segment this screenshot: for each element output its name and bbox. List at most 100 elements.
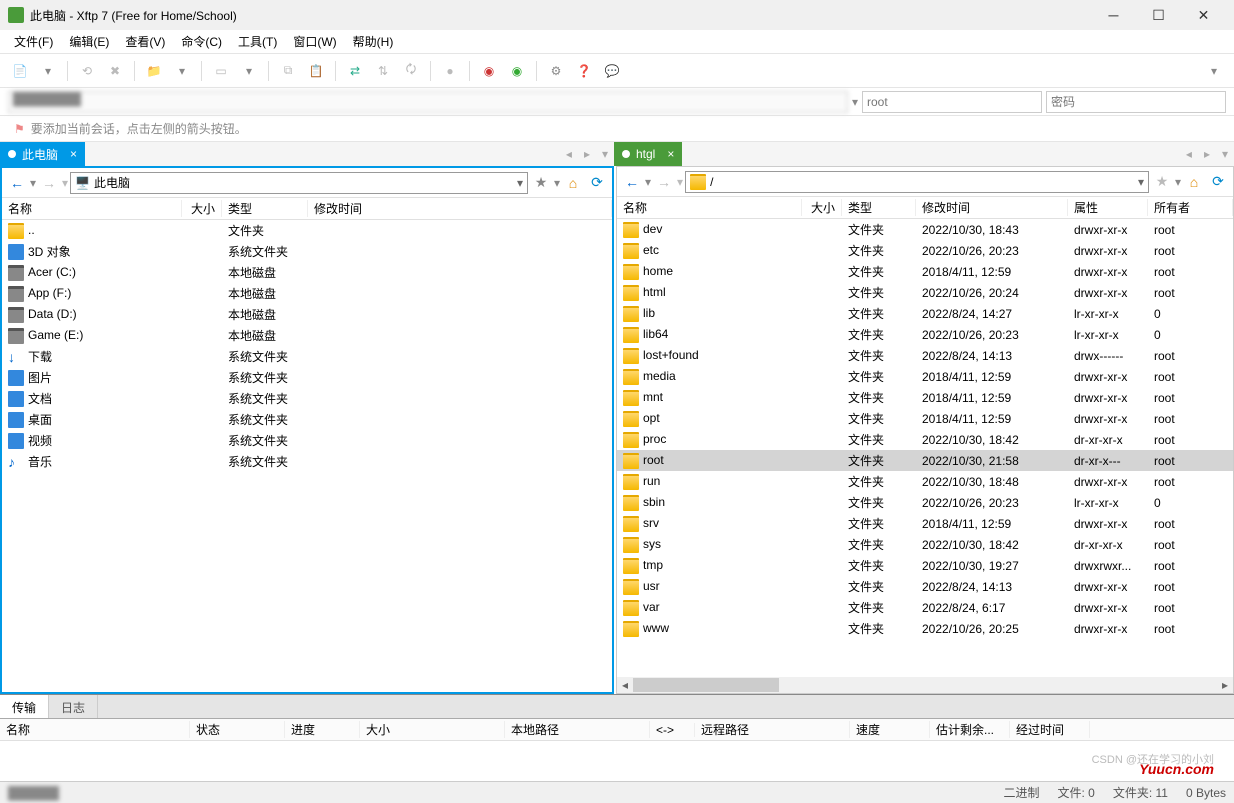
transfer-col[interactable]: 速度 xyxy=(850,721,930,738)
col-type[interactable]: 类型 xyxy=(222,200,308,217)
transfer-col[interactable]: 经过时间 xyxy=(1010,721,1090,738)
menu-edit[interactable]: 编辑(E) xyxy=(69,33,109,50)
reconnect-button[interactable]: ⟲ xyxy=(75,59,99,83)
transfer-col[interactable]: 进度 xyxy=(285,721,360,738)
path-dropdown-icon[interactable]: ▾ xyxy=(517,176,523,190)
tab-next-icon[interactable]: ▸ xyxy=(1198,147,1216,161)
scroll-right-icon[interactable]: ▸ xyxy=(1217,678,1233,692)
scroll-left-icon[interactable]: ◂ xyxy=(617,678,633,692)
bookmark-dropdown-icon[interactable]: ▾ xyxy=(554,176,560,190)
bookmark-button[interactable]: ★ xyxy=(1151,171,1173,193)
list-item[interactable]: Data (D:) 本地磁盘 xyxy=(2,304,612,325)
list-item[interactable]: .. 文件夹 xyxy=(2,220,612,241)
menu-window[interactable]: 窗口(W) xyxy=(293,33,336,50)
menu-help[interactable]: 帮助(H) xyxy=(353,33,394,50)
view-button[interactable]: ▭ xyxy=(209,59,233,83)
back-dropdown-icon[interactable]: ▾ xyxy=(645,175,651,189)
xftp-button[interactable]: ◉ xyxy=(505,59,529,83)
remote-path-input[interactable]: / ▾ xyxy=(685,171,1149,193)
help-button[interactable]: ❓ xyxy=(572,59,596,83)
password-input[interactable] xyxy=(1046,91,1226,113)
list-item[interactable]: App (F:) 本地磁盘 xyxy=(2,283,612,304)
col-name[interactable]: 名称 xyxy=(2,200,182,217)
list-item[interactable]: Game (E:) 本地磁盘 xyxy=(2,325,612,346)
transfer-col[interactable]: 状态 xyxy=(190,721,285,738)
forward-button[interactable]: → xyxy=(38,172,60,194)
list-item[interactable]: home 文件夹 2018/4/11, 12:59 drwxr-xr-x roo… xyxy=(617,261,1233,282)
tab-next-icon[interactable]: ▸ xyxy=(578,147,596,161)
list-item[interactable]: lost+found 文件夹 2022/8/24, 14:13 drwx----… xyxy=(617,345,1233,366)
list-item[interactable]: 图片 系统文件夹 xyxy=(2,367,612,388)
host-dropdown-icon[interactable]: ▾ xyxy=(852,95,858,109)
list-item[interactable]: mnt 文件夹 2018/4/11, 12:59 drwxr-xr-x root xyxy=(617,387,1233,408)
transfer-button[interactable]: ⇄ xyxy=(343,59,367,83)
tab-log[interactable]: 日志 xyxy=(49,695,98,718)
col-name[interactable]: 名称 xyxy=(617,199,802,216)
col-type[interactable]: 类型 xyxy=(842,199,916,216)
transfer-col[interactable]: 大小 xyxy=(360,721,505,738)
col-attr[interactable]: 属性 xyxy=(1068,199,1148,216)
stop-button[interactable]: ● xyxy=(438,59,462,83)
list-item[interactable]: opt 文件夹 2018/4/11, 12:59 drwxr-xr-x root xyxy=(617,408,1233,429)
bookmark-button[interactable]: ★ xyxy=(530,172,552,194)
minimize-button[interactable]: ─ xyxy=(1091,0,1136,30)
scroll-thumb[interactable] xyxy=(633,678,779,692)
list-item[interactable]: srv 文件夹 2018/4/11, 12:59 drwxr-xr-x root xyxy=(617,513,1233,534)
list-item[interactable]: lib64 文件夹 2022/10/26, 20:23 lr-xr-xr-x 0 xyxy=(617,324,1233,345)
list-item[interactable]: tmp 文件夹 2022/10/30, 19:27 drwxrwxr... ro… xyxy=(617,555,1233,576)
transfer-col[interactable]: 本地路径 xyxy=(505,721,650,738)
folder-dropdown-button[interactable]: ▾ xyxy=(170,59,194,83)
bookmark-dropdown-icon[interactable]: ▾ xyxy=(1175,175,1181,189)
transfer-col[interactable]: 名称 xyxy=(0,721,190,738)
close-tab-icon[interactable]: × xyxy=(70,147,77,161)
col-modified[interactable]: 修改时间 xyxy=(916,199,1068,216)
list-item[interactable]: lib 文件夹 2022/8/24, 14:27 lr-xr-xr-x 0 xyxy=(617,303,1233,324)
chat-button[interactable]: 💬 xyxy=(600,59,624,83)
close-button[interactable]: ✕ xyxy=(1181,0,1226,30)
menu-view[interactable]: 查看(V) xyxy=(125,33,165,50)
col-owner[interactable]: 所有者 xyxy=(1148,199,1233,216)
settings-button[interactable]: ⚙ xyxy=(544,59,568,83)
refresh-button[interactable]: ⟳ xyxy=(1207,171,1229,193)
back-button[interactable]: ← xyxy=(6,172,28,194)
xshell-button[interactable]: ◉ xyxy=(477,59,501,83)
col-size[interactable]: 大小 xyxy=(182,200,222,217)
tab-prev-icon[interactable]: ◂ xyxy=(560,147,578,161)
host-input[interactable]: ████████ xyxy=(8,91,848,113)
transfer-col[interactable]: 远程路径 xyxy=(695,721,850,738)
list-item[interactable]: ♪音乐 系统文件夹 xyxy=(2,451,612,472)
disconnect-button[interactable]: ✖ xyxy=(103,59,127,83)
list-item[interactable]: www 文件夹 2022/10/26, 20:25 drwxr-xr-x roo… xyxy=(617,618,1233,639)
home-button[interactable]: ⌂ xyxy=(562,172,584,194)
remote-hscrollbar[interactable]: ◂ ▸ xyxy=(617,677,1233,693)
remote-filelist[interactable]: 名称 大小 类型 修改时间 属性 所有者 dev 文件夹 2022/10/30,… xyxy=(617,197,1233,677)
tab-prev-icon[interactable]: ◂ xyxy=(1180,147,1198,161)
list-item[interactable]: 文档 系统文件夹 xyxy=(2,388,612,409)
forward-button[interactable]: → xyxy=(653,171,675,193)
transfer-col[interactable]: 估计剩余... xyxy=(930,721,1010,738)
maximize-button[interactable]: ☐ xyxy=(1136,0,1181,30)
refresh-all-button[interactable]: 🗘 xyxy=(399,59,423,83)
close-tab-icon[interactable]: × xyxy=(667,147,674,161)
col-size[interactable]: 大小 xyxy=(802,199,842,216)
list-item[interactable]: sbin 文件夹 2022/10/26, 20:23 lr-xr-xr-x 0 xyxy=(617,492,1233,513)
tab-list-icon[interactable]: ▾ xyxy=(596,147,614,161)
menu-tools[interactable]: 工具(T) xyxy=(238,33,277,50)
menu-file[interactable]: 文件(F) xyxy=(14,33,53,50)
tab-list-icon[interactable]: ▾ xyxy=(1216,147,1234,161)
back-button[interactable]: ← xyxy=(621,171,643,193)
list-item[interactable]: etc 文件夹 2022/10/26, 20:23 drwxr-xr-x roo… xyxy=(617,240,1233,261)
new-folder-button[interactable]: 📁 xyxy=(142,59,166,83)
forward-dropdown-icon[interactable]: ▾ xyxy=(62,176,68,190)
view-dropdown-button[interactable]: ▾ xyxy=(237,59,261,83)
col-modified[interactable]: 修改时间 xyxy=(308,200,612,217)
tab-remote-htgl[interactable]: htgl × xyxy=(614,142,682,166)
home-button[interactable]: ⌂ xyxy=(1183,171,1205,193)
toolbar-overflow-button[interactable]: ▾ xyxy=(1202,59,1226,83)
copy-button[interactable]: ⧉ xyxy=(276,59,300,83)
list-item[interactable]: ↓下载 系统文件夹 xyxy=(2,346,612,367)
new-session-button[interactable]: 📄 xyxy=(8,59,32,83)
new-dropdown-button[interactable]: ▾ xyxy=(36,59,60,83)
list-item[interactable]: usr 文件夹 2022/8/24, 14:13 drwxr-xr-x root xyxy=(617,576,1233,597)
list-item[interactable]: root 文件夹 2022/10/30, 21:58 dr-xr-x--- ro… xyxy=(617,450,1233,471)
